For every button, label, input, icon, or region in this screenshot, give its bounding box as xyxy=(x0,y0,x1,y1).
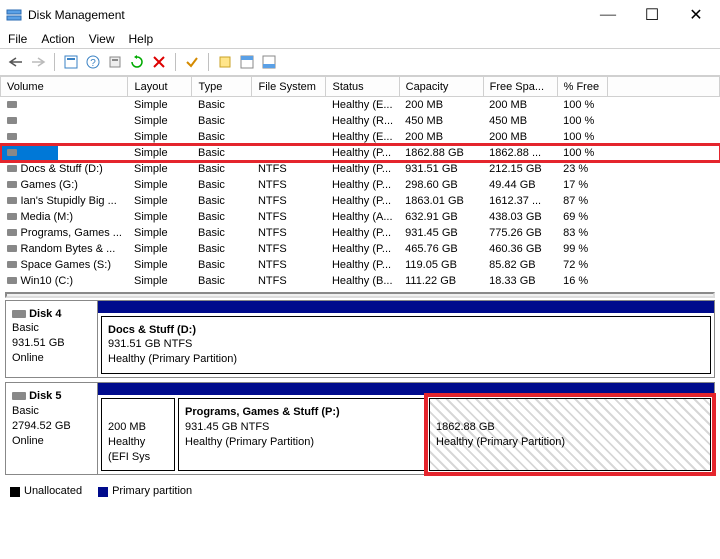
volume-row[interactable]: Space Games (S:)SimpleBasicNTFSHealthy (… xyxy=(1,257,720,273)
volume-row[interactable]: Ian's Stupidly Big ...SimpleBasicNTFSHea… xyxy=(1,193,720,209)
column-header[interactable]: Layout xyxy=(128,77,192,97)
menu-help[interactable]: Help xyxy=(129,32,154,46)
volume-icon xyxy=(7,261,17,268)
volume-row[interactable]: Games (G:)SimpleBasicNTFSHealthy (P...29… xyxy=(1,177,720,193)
column-header[interactable]: File System xyxy=(252,77,326,97)
disk-label[interactable]: Disk 5Basic2794.52 GBOnline xyxy=(6,383,98,474)
legend-unallocated: Unallocated xyxy=(10,485,82,497)
volume-row[interactable]: SimpleBasicHealthy (P...1862.88 GB1862.8… xyxy=(1,145,720,161)
volume-icon xyxy=(7,181,17,188)
disk-row: Disk 5Basic2794.52 GBOnline200 MBHealthy… xyxy=(5,382,715,475)
volume-table[interactable]: VolumeLayoutTypeFile SystemStatusCapacit… xyxy=(0,76,720,289)
volume-row[interactable]: Programs, Games ...SimpleBasicNTFSHealth… xyxy=(1,225,720,241)
list-top-icon[interactable] xyxy=(237,52,257,72)
partition[interactable]: 1862.88 GBHealthy (Primary Partition) xyxy=(429,398,711,471)
volume-icon xyxy=(7,197,17,204)
volume-icon xyxy=(7,229,17,236)
column-header[interactable]: Capacity xyxy=(399,77,483,97)
volume-icon xyxy=(7,277,17,284)
column-header[interactable]: % Free xyxy=(557,77,607,97)
check-icon[interactable] xyxy=(182,52,202,72)
legend: Unallocated Primary partition xyxy=(0,481,720,501)
minimize-button[interactable]: — xyxy=(586,0,630,30)
svg-text:?: ? xyxy=(90,58,96,69)
column-header[interactable]: Free Spa... xyxy=(483,77,557,97)
menu-view[interactable]: View xyxy=(89,32,115,46)
volume-row[interactable]: SimpleBasicHealthy (R...450 MB450 MB100 … xyxy=(1,113,720,129)
volume-icon xyxy=(7,165,17,172)
back-button[interactable] xyxy=(6,52,26,72)
help-icon[interactable]: ? xyxy=(83,52,103,72)
volume-icon xyxy=(7,149,17,156)
disk-row: Disk 4Basic931.51 GBOnlineDocs & Stuff (… xyxy=(5,300,715,379)
volume-icon xyxy=(7,213,17,220)
maximize-button[interactable]: ☐ xyxy=(630,0,674,30)
window-title: Disk Management xyxy=(28,8,586,22)
menubar: File Action View Help xyxy=(0,30,720,48)
partition[interactable]: Programs, Games & Stuff (P:)931.45 GB NT… xyxy=(178,398,426,471)
list-bottom-icon[interactable] xyxy=(259,52,279,72)
app-icon xyxy=(6,7,22,23)
partition[interactable]: Docs & Stuff (D:)931.51 GB NTFSHealthy (… xyxy=(101,316,711,375)
volume-icon xyxy=(7,117,17,124)
volume-row[interactable]: Docs & Stuff (D:)SimpleBasicNTFSHealthy … xyxy=(1,161,720,177)
column-header[interactable]: Type xyxy=(192,77,252,97)
volume-row[interactable]: SimpleBasicHealthy (E...200 MB200 MB100 … xyxy=(1,129,720,145)
delete-icon[interactable] xyxy=(149,52,169,72)
menu-file[interactable]: File xyxy=(8,32,27,46)
properties-icon[interactable] xyxy=(61,52,81,72)
volume-icon xyxy=(7,133,17,140)
partition[interactable]: 200 MBHealthy (EFI Sys xyxy=(101,398,175,471)
titlebar: Disk Management — ☐ ✕ xyxy=(0,0,720,30)
menu-action[interactable]: Action xyxy=(41,32,74,46)
volume-icon xyxy=(7,101,17,108)
toolbar: ? xyxy=(0,48,720,76)
column-header[interactable]: Volume xyxy=(1,77,128,97)
volume-icon xyxy=(7,245,17,252)
volume-row[interactable]: Win10 (C:)SimpleBasicNTFSHealthy (B...11… xyxy=(1,273,720,289)
settings-icon[interactable] xyxy=(105,52,125,72)
disk-label[interactable]: Disk 4Basic931.51 GBOnline xyxy=(6,301,98,378)
volume-row[interactable]: SimpleBasicHealthy (E...200 MB200 MB100 … xyxy=(1,97,720,113)
column-header[interactable]: Status xyxy=(326,77,399,97)
volume-row[interactable]: Media (M:)SimpleBasicNTFSHealthy (A...63… xyxy=(1,209,720,225)
close-button[interactable]: ✕ xyxy=(674,0,718,30)
refresh-icon[interactable] xyxy=(127,52,147,72)
legend-primary: Primary partition xyxy=(98,485,192,497)
graphical-pane: Disk 4Basic931.51 GBOnlineDocs & Stuff (… xyxy=(0,298,720,482)
new-icon[interactable] xyxy=(215,52,235,72)
volume-row[interactable]: Random Bytes & ...SimpleBasicNTFSHealthy… xyxy=(1,241,720,257)
forward-button[interactable] xyxy=(28,52,48,72)
